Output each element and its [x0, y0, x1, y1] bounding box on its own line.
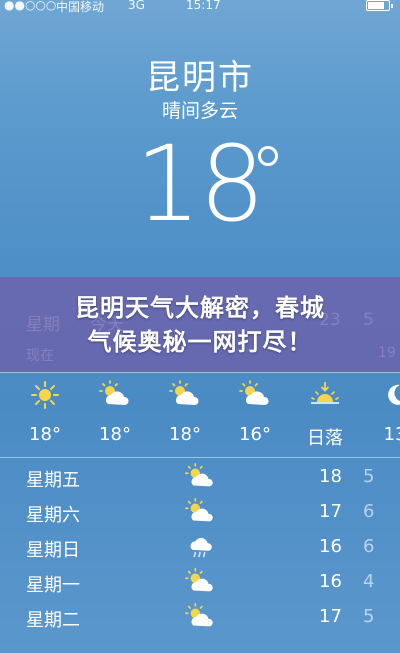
- daily-day-name: 星期日: [26, 540, 80, 561]
- hourly-temp: 18°: [29, 424, 61, 445]
- daily-high: 17: [319, 501, 342, 522]
- daily-high: 16: [319, 571, 342, 592]
- hourly-bottom-divider: [0, 457, 400, 458]
- daily-low: 6: [363, 501, 375, 522]
- weather-condition: 晴间多云: [161, 100, 238, 122]
- daily-day-name: 星期二: [26, 610, 80, 631]
- daily-row: 星期一 16 4: [0, 565, 400, 600]
- sun-icon: [15, 380, 75, 410]
- hourly-temp: 16°: [239, 424, 271, 445]
- rain-icon: [184, 532, 216, 562]
- banner-title-line-2: 气候奥秘一网打尽！: [87, 327, 313, 356]
- daily-low: 4: [363, 571, 375, 592]
- daily-high: 17: [319, 606, 342, 627]
- banner-title-line-1: 昆明天气大解密，春城: [75, 293, 325, 322]
- daily-row: 星期二 17 5: [0, 600, 400, 635]
- hourly-item: 18°: [155, 380, 215, 445]
- daily-row: 星期日 16 6: [0, 530, 400, 565]
- carrier-label: 中国移动: [56, 0, 105, 14]
- partly-cloudy-icon: [85, 380, 145, 410]
- daily-high: 16: [319, 536, 342, 557]
- partly-cloudy-icon: [184, 567, 216, 597]
- article-title-banner[interactable]: 昆明天气大解密，春城 气候奥秘一网打尽！: [0, 277, 400, 372]
- hourly-temp: 13: [383, 424, 400, 445]
- hourly-item: 13: [365, 380, 400, 445]
- status-bar: ●●○○○ 中国移动 3G 15:17: [0, 0, 400, 14]
- signal-icon: ●●○○○: [4, 0, 57, 12]
- battery-icon: [366, 0, 393, 11]
- moon-icon: [365, 380, 400, 410]
- partly-cloudy-icon: [225, 380, 285, 410]
- daily-day-name: 星期五: [26, 470, 80, 491]
- daily-low: 6: [363, 536, 375, 557]
- daily-high: 18: [319, 466, 342, 487]
- daily-row: 星期五 18 5: [0, 460, 400, 495]
- daily-low: 5: [363, 466, 375, 487]
- partly-cloudy-icon: [184, 462, 216, 492]
- clock: 15:17: [186, 0, 221, 12]
- hourly-top-divider: [0, 372, 400, 373]
- daily-low: 5: [363, 606, 375, 627]
- partly-cloudy-icon: [184, 497, 216, 527]
- city-name: 昆明市: [146, 58, 254, 98]
- network-label: 3G: [128, 0, 145, 12]
- daily-day-name: 星期一: [26, 575, 80, 596]
- daily-day-name: 星期六: [26, 505, 80, 526]
- sunset-label: 日落: [307, 428, 343, 449]
- hourly-temp: 18°: [169, 424, 201, 445]
- hourly-item: 16°: [225, 380, 285, 445]
- hourly-temp: 18°: [99, 424, 131, 445]
- degree-symbol: [258, 146, 278, 166]
- daily-row: 星期六 17 6: [0, 495, 400, 530]
- hourly-item: 18°: [85, 380, 145, 445]
- hourly-item: 18°: [15, 380, 75, 445]
- hourly-item: 日落: [295, 380, 355, 450]
- partly-cloudy-icon: [184, 602, 216, 632]
- sunset-icon: [295, 380, 355, 410]
- current-temperature: 18: [135, 123, 265, 245]
- partly-cloudy-icon: [155, 380, 215, 410]
